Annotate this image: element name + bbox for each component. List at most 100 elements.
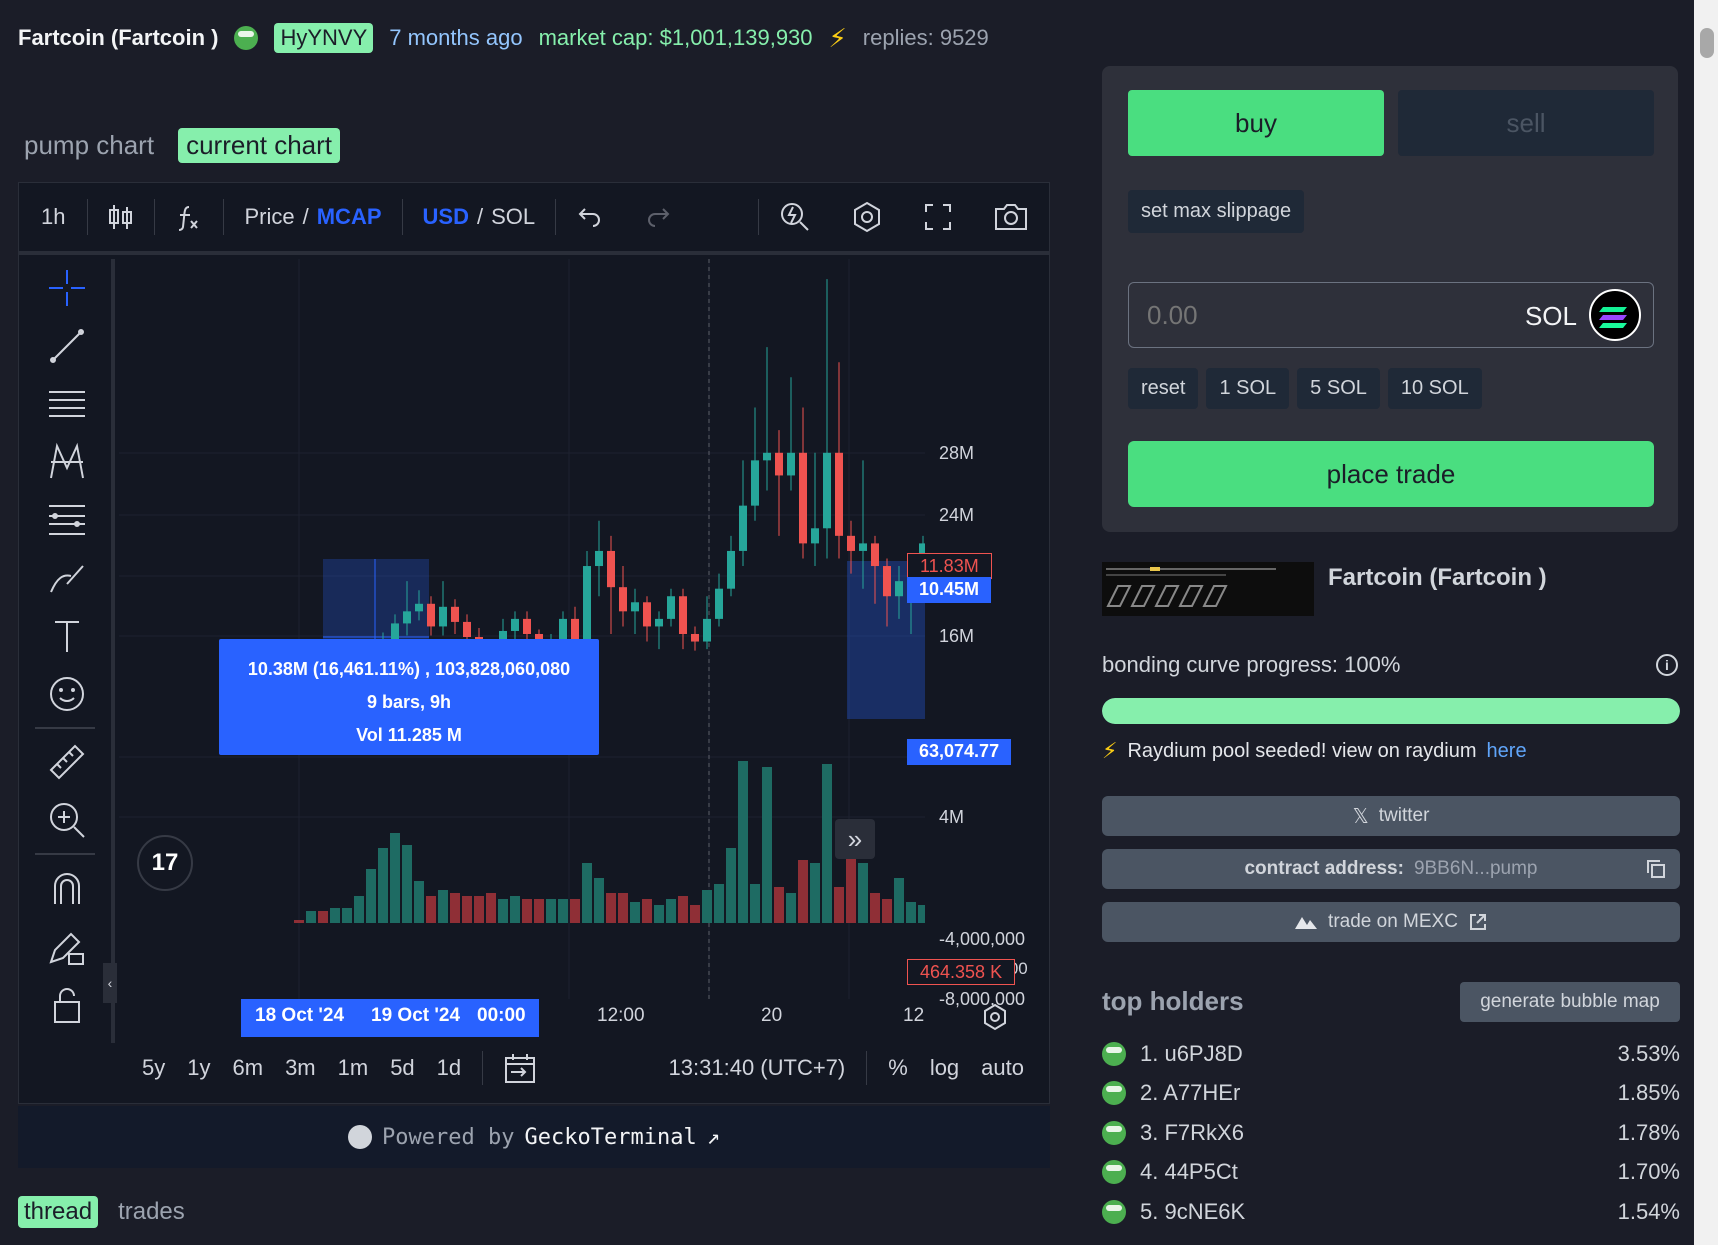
ruler-tool[interactable] [19,733,115,791]
token-name: Fartcoin (Fartcoin ) [18,25,219,50]
candle-type-button[interactable] [88,197,154,237]
external-link-icon: ↗ [706,1124,720,1150]
range-1y[interactable]: 1y [176,1055,221,1081]
volume-tick: -4,000,000 [939,929,1026,949]
screenshot-button[interactable] [973,197,1049,237]
magnet-icon [54,873,80,904]
trade-on-mexc-button[interactable]: trade on MEXC [1102,902,1680,942]
log-scale-button[interactable]: log [919,1055,970,1081]
currency-toggle[interactable]: USD / SOL [403,197,556,237]
quick-1-sol-button[interactable]: 1 SOL [1206,368,1290,409]
candle-body [835,452,843,536]
emoji-tool[interactable] [19,665,115,723]
info-icon[interactable]: i [1656,654,1678,676]
powered-by-geckoterminal[interactable]: Powered by GeckoTerminal ↗ [18,1106,1050,1168]
buy-tab[interactable]: buy [1128,90,1384,156]
undo-button[interactable] [556,197,624,237]
scrollbar-thumb[interactable] [1700,28,1714,58]
quick-5-sol-button[interactable]: 5 SOL [1297,368,1380,409]
candle-body [511,618,519,631]
text-icon [55,621,79,652]
candle-body [439,606,447,627]
lock-drawing-tool[interactable] [19,917,115,975]
volume-bar [906,902,916,923]
zoom-tool[interactable] [19,791,115,849]
range-1d[interactable]: 1d [426,1055,472,1081]
quick-search-button[interactable] [759,197,831,237]
volume-bar [510,896,520,923]
settings-button[interactable] [831,197,903,237]
creator-link[interactable]: HyYNVY [274,23,374,53]
fib-icon [49,505,85,535]
range-6m[interactable]: 6m [222,1055,275,1081]
range-5d[interactable]: 5d [379,1055,425,1081]
measure-volume: Vol 11.285 M [356,725,462,745]
price-mcap-toggle[interactable]: Price / MCAP [224,197,401,237]
range-toolbar: 5y 1y 6m 3m 1m 5d 1d 13:31:40 (UTC+7) % … [119,1033,1049,1103]
volume-bar [462,896,472,923]
price-plot[interactable] [119,259,925,999]
unlock-icon [54,988,80,1023]
range-1m[interactable]: 1m [327,1055,380,1081]
volume-bar [294,920,304,923]
market-cap: market cap: $1,001,139,930 [538,25,813,50]
page-scrollbar[interactable] [1694,0,1718,1245]
copy-icon[interactable] [1646,859,1666,879]
amount-unit: SOL [1524,301,1577,331]
tradingview-logo[interactable]: 17 [137,835,193,891]
volume-bar [570,899,580,923]
tab-thread[interactable]: thread [18,1196,99,1228]
range-3m[interactable]: 3m [274,1055,327,1081]
set-max-slippage-button[interactable]: set max slippage [1128,190,1305,233]
indicators-button[interactable] [155,197,223,237]
generate-bubble-map-button[interactable]: generate bubble map [1460,982,1680,1022]
scroll-right-button[interactable]: » [835,819,875,859]
text-tool[interactable] [19,607,115,665]
tab-trades[interactable]: trades [118,1198,185,1226]
range-5y[interactable]: 5y [131,1055,176,1081]
price-option[interactable]: Price [244,204,294,230]
tab-pump-chart[interactable]: pump chart [24,130,154,161]
percent-scale-button[interactable]: % [877,1055,919,1081]
crosshair-tool[interactable] [19,259,115,317]
quick-10-sol-button[interactable]: 10 SOL [1387,368,1482,409]
chart-clock[interactable]: 13:31:40 (UTC+7) [658,1055,857,1081]
tab-current-chart[interactable]: current chart [178,128,341,163]
volume-bar [330,908,340,923]
raydium-link[interactable]: here [1487,740,1527,763]
sell-tab[interactable]: sell [1398,90,1654,156]
amount-input[interactable] [1147,295,1447,335]
gear-icon [854,201,880,233]
auto-scale-button[interactable]: auto [970,1055,1035,1081]
contract-address-button[interactable]: contract address: 9BB6N...pump [1102,849,1680,889]
holder-avatar [1102,1199,1126,1224]
holder-row[interactable]: 4. 44P5Ct 1.70% [1102,1153,1680,1193]
pattern-icon [50,442,84,479]
holder-row[interactable]: 5. 9cNE6K 1.54% [1102,1192,1680,1232]
place-trade-button[interactable]: place trade [1128,441,1654,507]
goto-date-icon[interactable] [503,1052,537,1084]
axis-settings-icon[interactable] [981,1003,1009,1031]
magnet-tool[interactable] [19,859,115,917]
unlock-tool[interactable] [19,975,115,1033]
trendline-tool[interactable] [19,317,115,375]
mcap-option[interactable]: MCAP [317,204,382,230]
interval-button[interactable]: 1h [19,197,87,237]
volume-bar [738,761,748,923]
brush-tool[interactable] [19,549,115,607]
usd-option[interactable]: USD [423,204,469,230]
twitter-button[interactable]: 𝕏 twitter [1102,796,1680,836]
holder-row[interactable]: 2. A77HEr 1.85% [1102,1074,1680,1114]
holder-row[interactable]: 1. u6PJ8D 3.53% [1102,1034,1680,1074]
redo-button[interactable] [624,197,692,237]
quick-reset-button[interactable]: reset [1128,368,1199,409]
fib-tool[interactable] [19,491,115,549]
sol-option[interactable]: SOL [491,204,535,230]
candle-body [523,618,531,634]
pattern-tool[interactable] [19,433,115,491]
camera-icon [995,204,1027,230]
collapse-toolbar-button[interactable]: ‹ [103,963,117,1003]
horizontal-lines-tool[interactable] [19,375,115,433]
holder-row[interactable]: 3. F7RkX6 1.78% [1102,1113,1680,1153]
fullscreen-button[interactable] [903,197,973,237]
